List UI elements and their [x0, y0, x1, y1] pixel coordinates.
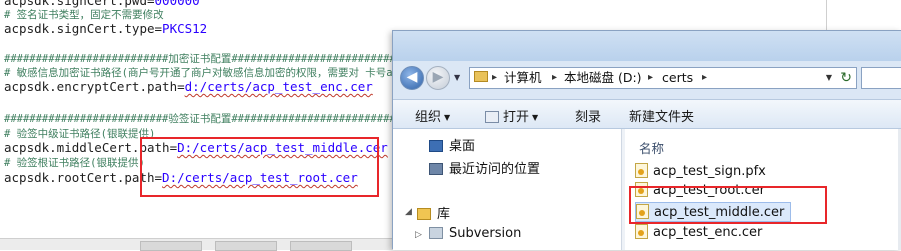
chevron-right-icon[interactable]: ▸ [648, 68, 653, 88]
column-header-name[interactable]: 名称 [639, 138, 664, 157]
open-button[interactable]: 打开 ▼ [485, 106, 538, 125]
code-comment: # 验签根证书路径(银联提供) [4, 157, 145, 169]
navigation-pane[interactable]: 桌面 最近访问的位置 ◢ 库 ▷ Subversion [393, 129, 621, 250]
address-bar[interactable]: ▸ 计算机 ▸ 本地磁盘 (D:) ▸ certs ▸ ▼ ↻ [469, 67, 857, 89]
recent-places-icon [429, 163, 443, 175]
organize-label: 组织 [415, 110, 442, 125]
new-folder-button[interactable]: 新建文件夹 [629, 106, 694, 125]
pfx-file-icon [635, 163, 648, 178]
code-value: PKCS12 [162, 21, 208, 36]
code-line-encrypt-path[interactable]: acpsdk.encryptCert.path=d:/certs/acp_tes… [4, 79, 373, 95]
file-name: acp_test_middle.cer [654, 205, 785, 220]
nav-item-desktop[interactable]: 桌面 [429, 135, 475, 154]
code-key: acpsdk.middleCert.path= [4, 140, 178, 155]
folder-icon [474, 71, 488, 82]
back-button[interactable]: ◀ [400, 66, 424, 90]
nav-item-subversion[interactable]: Subversion [429, 226, 521, 241]
window-titlebar[interactable] [393, 31, 901, 61]
breadcrumb-certs[interactable]: certs [662, 68, 693, 88]
code-key: acpsdk.signCert.type= [4, 21, 163, 36]
nav-item-label: 库 [437, 207, 451, 222]
certificate-file-icon [635, 224, 648, 239]
code-key: acpsdk.rootCert.path= [4, 170, 163, 185]
list-item[interactable]: acp_test_enc.cer [635, 223, 762, 243]
file-list[interactable]: 名称 acp_test_sign.pfx acp_test_root.cer a… [625, 129, 901, 250]
code-value: D:/certs/acp_test_middle.cer [177, 140, 388, 155]
nav-item-label: 最近访问的位置 [449, 162, 541, 177]
forward-button[interactable]: ▶ [426, 66, 450, 90]
chevron-right-icon[interactable]: ▸ [702, 68, 707, 88]
chevron-right-icon[interactable]: ▸ [552, 68, 557, 88]
editor-tab[interactable] [215, 241, 277, 251]
nav-item-label: Subversion [449, 226, 522, 241]
expand-arrow-icon[interactable]: ▷ [415, 230, 422, 240]
nav-item-recent[interactable]: 最近访问的位置 [429, 158, 540, 177]
library-icon [417, 208, 431, 220]
code-comment: ##########################验签证书配置########… [4, 113, 396, 125]
command-toolbar: 组织 ▼ 打开 ▼ 刻录 新建文件夹 [393, 99, 901, 129]
code-line-root-path[interactable]: acpsdk.rootCert.path=D:/certs/acp_test_r… [4, 170, 358, 186]
burn-button[interactable]: 刻录 [575, 106, 601, 125]
code-key: acpsdk.encryptCert.path= [4, 79, 185, 94]
breadcrumb-computer[interactable]: 计算机 [504, 68, 542, 88]
editor-tab[interactable] [140, 241, 202, 251]
recent-pages-dropdown-icon[interactable]: ▼ [454, 73, 460, 82]
address-dropdown-icon[interactable]: ▼ [826, 68, 832, 88]
organize-button[interactable]: 组织 ▼ [415, 106, 450, 125]
breadcrumb-drive-d[interactable]: 本地磁盘 (D:) [564, 68, 642, 88]
file-explorer-window: ◀ ▶ ▼ ▸ 计算机 ▸ 本地磁盘 (D:) ▸ certs ▸ ▼ ↻ 组织… [392, 30, 901, 250]
certificate-file-icon [635, 182, 648, 197]
certificate-file-icon [636, 204, 649, 219]
open-file-icon [485, 111, 499, 123]
open-label: 打开 [503, 110, 530, 125]
code-value: d:/certs/acp_test_enc.cer [184, 79, 373, 94]
refresh-icon[interactable]: ↻ [840, 68, 852, 88]
nav-item-label: 桌面 [449, 139, 476, 154]
list-item[interactable]: acp_test_sign.pfx [635, 162, 766, 182]
arrow-left-icon: ◀ [406, 69, 418, 85]
caret-down-icon: ▼ [444, 113, 451, 122]
file-name: acp_test_enc.cer [653, 225, 763, 240]
collapse-arrow-icon[interactable]: ◢ [405, 207, 412, 217]
code-line-sign-type[interactable]: acpsdk.signCert.type=PKCS12 [4, 21, 207, 37]
code-value: D:/certs/acp_test_root.cer [162, 170, 358, 185]
editor-tab[interactable] [290, 241, 352, 251]
file-name: acp_test_root.cer [653, 183, 766, 198]
list-item-selected[interactable]: acp_test_middle.cer [635, 202, 792, 222]
search-input[interactable] [861, 67, 901, 89]
subversion-icon [429, 227, 443, 239]
list-item[interactable]: acp_test_root.cer [635, 181, 765, 201]
file-name: acp_test_sign.pfx [653, 164, 766, 179]
desktop-icon [429, 140, 443, 152]
caret-down-icon: ▼ [532, 113, 539, 122]
nav-item-libraries[interactable]: 库 [417, 203, 450, 222]
chevron-right-icon[interactable]: ▸ [492, 68, 497, 88]
arrow-right-icon: ▶ [432, 69, 444, 85]
code-line-middle-path[interactable]: acpsdk.middleCert.path=D:/certs/acp_test… [4, 140, 388, 156]
